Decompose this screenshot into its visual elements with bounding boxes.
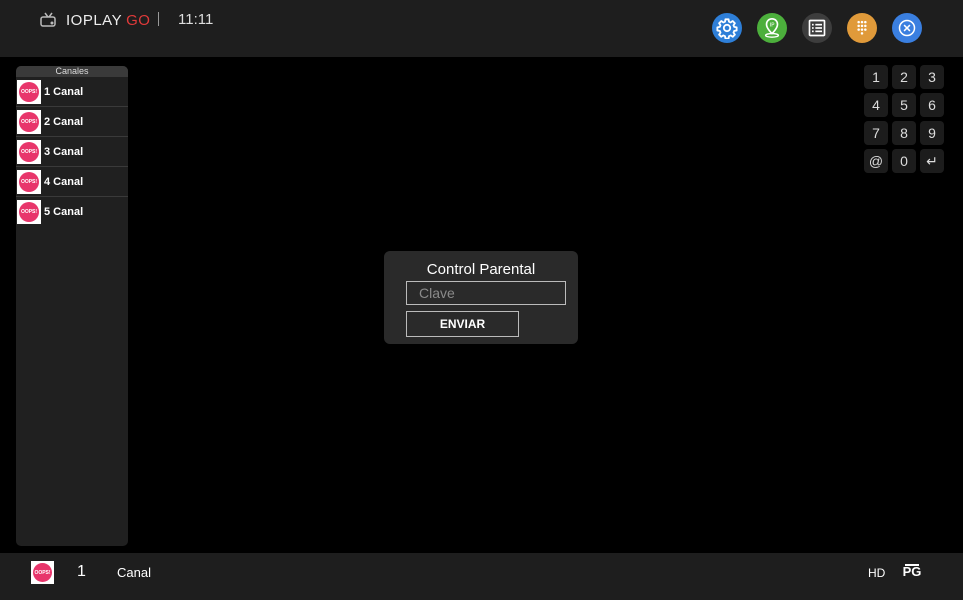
numeric-keypad: 1 2 3 4 5 6 7 8 9 @ 0 ↵ — [864, 65, 944, 173]
channel-logo: OOPS! — [17, 139, 41, 164]
ip-location-icon: IP — [764, 18, 780, 38]
tv-antenna-icon — [40, 12, 58, 28]
gear-icon — [716, 18, 738, 39]
channel-label: 2 Canal — [44, 115, 84, 128]
key-9[interactable]: 9 — [920, 121, 944, 145]
oops-logo-icon: OOPS! — [19, 171, 39, 192]
bottom-info-bar: OOPS! 1 Canal HD PG — [0, 553, 963, 600]
top-bar: IOPLAY GO 11:11 IP — [0, 0, 963, 57]
channel-logo: OOPS! — [17, 109, 41, 134]
close-button[interactable] — [892, 13, 922, 43]
channel-label: 4 Canal — [44, 175, 84, 188]
key-enter[interactable]: ↵ — [920, 149, 944, 173]
channel-label: 5 Canal — [44, 205, 84, 218]
quality-badge: HD — [868, 566, 886, 580]
key-3[interactable]: 3 — [920, 65, 944, 89]
brand-name: IOPLAY GO — [66, 12, 150, 29]
channel-item-5[interactable]: OOPS! 5 Canal — [16, 197, 128, 226]
channel-logo: OOPS! — [17, 169, 41, 194]
current-channel-number: 1 — [77, 563, 86, 580]
key-0[interactable]: 0 — [892, 149, 916, 173]
key-6[interactable]: 6 — [920, 93, 944, 117]
channel-label: 1 Canal — [44, 85, 84, 98]
password-input[interactable] — [406, 281, 566, 305]
header-actions: IP — [712, 13, 922, 43]
header-separator — [158, 12, 159, 26]
dialpad-button[interactable] — [847, 13, 877, 43]
channel-logo: OOPS! — [17, 199, 41, 224]
oops-logo-icon: OOPS! — [19, 81, 39, 102]
key-at[interactable]: @ — [864, 149, 888, 173]
channel-list-button[interactable] — [802, 13, 832, 43]
list-icon — [808, 19, 826, 37]
dialog-title: Control Parental — [426, 261, 536, 278]
channel-label: 3 Canal — [44, 145, 84, 158]
oops-logo-icon: OOPS! — [19, 141, 39, 162]
close-icon — [898, 19, 916, 37]
channel-sidebar[interactable]: Canales OOPS! 1 Canal OOPS! 2 Canal OOPS… — [16, 66, 128, 546]
clock: 11:11 — [178, 11, 214, 28]
parental-control-dialog: Control Parental ENVIAR — [384, 251, 578, 344]
sidebar-title: Canales — [16, 66, 128, 77]
channel-item-2[interactable]: OOPS! 2 Canal — [16, 107, 128, 137]
brand-text: IOPLAY — [66, 11, 123, 29]
submit-button[interactable]: ENVIAR — [406, 311, 519, 337]
current-channel-logo: OOPS! — [31, 561, 54, 584]
channel-item-3[interactable]: OOPS! 3 Canal — [16, 137, 128, 167]
oops-logo-icon: OOPS! — [19, 201, 39, 222]
key-4[interactable]: 4 — [864, 93, 888, 117]
oops-logo-icon: OOPS! — [33, 563, 52, 582]
key-1[interactable]: 1 — [864, 65, 888, 89]
key-7[interactable]: 7 — [864, 121, 888, 145]
settings-button[interactable] — [712, 13, 742, 43]
key-2[interactable]: 2 — [892, 65, 916, 89]
channel-item-4[interactable]: OOPS! 4 Canal — [16, 167, 128, 197]
key-5[interactable]: 5 — [892, 93, 916, 117]
rating-badge: PG — [902, 564, 922, 579]
brand: IOPLAY GO — [40, 10, 150, 30]
oops-logo-icon: OOPS! — [19, 111, 39, 132]
svg-text:IP: IP — [770, 23, 776, 29]
ip-location-button[interactable]: IP — [757, 13, 787, 43]
brand-suffix: GO — [126, 11, 151, 29]
channel-item-1[interactable]: OOPS! 1 Canal — [16, 77, 128, 107]
dialpad-icon — [857, 20, 867, 35]
key-8[interactable]: 8 — [892, 121, 916, 145]
current-channel-name: Canal — [117, 565, 151, 580]
channel-logo: OOPS! — [17, 79, 41, 104]
